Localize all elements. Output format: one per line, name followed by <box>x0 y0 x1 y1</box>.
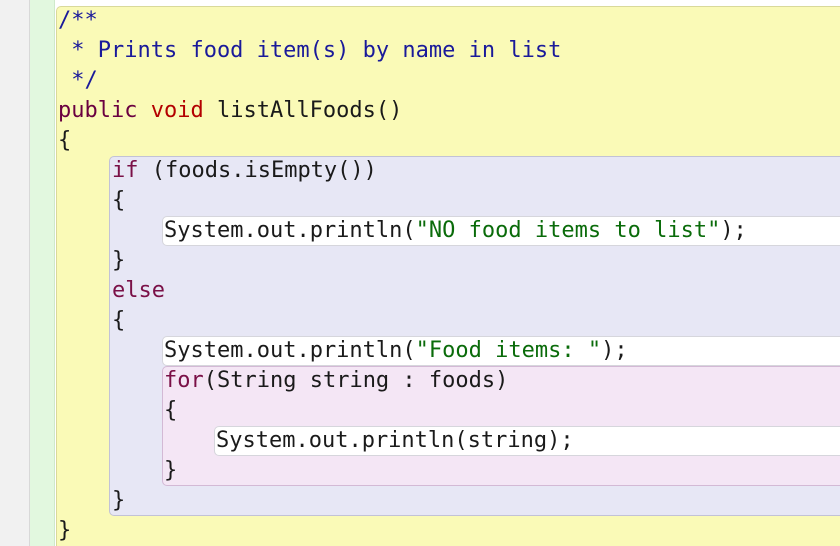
println-call: System.out.println( <box>164 338 416 363</box>
doc-comment-text[interactable]: * Prints food item(s) by name in list <box>58 36 561 66</box>
keyword-for: for <box>164 368 204 393</box>
else-close-brace[interactable]: } <box>112 486 125 516</box>
method-signature[interactable]: public void listAllFoods() <box>58 96 402 126</box>
keyword-if: if <box>112 158 139 183</box>
for-close-brace[interactable]: } <box>164 456 177 486</box>
if-open-brace[interactable]: { <box>112 186 125 216</box>
else-open-brace[interactable]: { <box>112 306 125 336</box>
method-open-brace[interactable]: { <box>58 126 71 156</box>
line-gutter <box>0 0 30 546</box>
println-item-statement[interactable]: System.out.println(string); <box>216 426 574 456</box>
string-literal: "NO food items to list" <box>415 218 721 243</box>
keyword-public: public <box>58 98 138 123</box>
if-condition: (foods.isEmpty()) <box>138 158 377 183</box>
keyword-void: void <box>150 98 204 123</box>
println-empty-statement[interactable]: System.out.println("NO food items to lis… <box>164 216 747 246</box>
for-header: (String string : foods) <box>203 368 509 393</box>
keyword-else[interactable]: else <box>112 276 165 306</box>
println-call: System.out.println( <box>164 218 416 243</box>
for-statement-line[interactable]: for(String string : foods) <box>164 366 508 396</box>
code-editor[interactable]: /** * Prints food item(s) by name in lis… <box>0 0 840 546</box>
method-close-brace[interactable]: } <box>58 516 71 546</box>
statement-end: ); <box>601 338 628 363</box>
doc-comment-close[interactable]: */ <box>58 66 98 96</box>
statement-end: ); <box>720 218 747 243</box>
breakpoint-margin[interactable] <box>30 0 55 546</box>
if-statement-line[interactable]: if (foods.isEmpty()) <box>112 156 377 186</box>
string-literal: "Food items: " <box>415 338 602 363</box>
doc-comment-open[interactable]: /** <box>58 6 98 36</box>
for-open-brace[interactable]: { <box>164 396 177 426</box>
if-close-brace[interactable]: } <box>112 246 125 276</box>
method-name: listAllFoods() <box>216 98 403 123</box>
println-header-statement[interactable]: System.out.println("Food items: "); <box>164 336 628 366</box>
